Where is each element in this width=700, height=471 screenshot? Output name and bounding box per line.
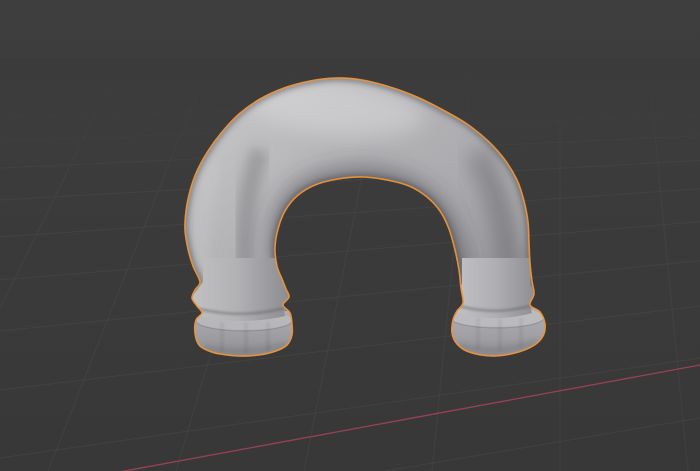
3d-viewport[interactable] <box>0 0 700 471</box>
viewport-canvas <box>0 0 700 471</box>
